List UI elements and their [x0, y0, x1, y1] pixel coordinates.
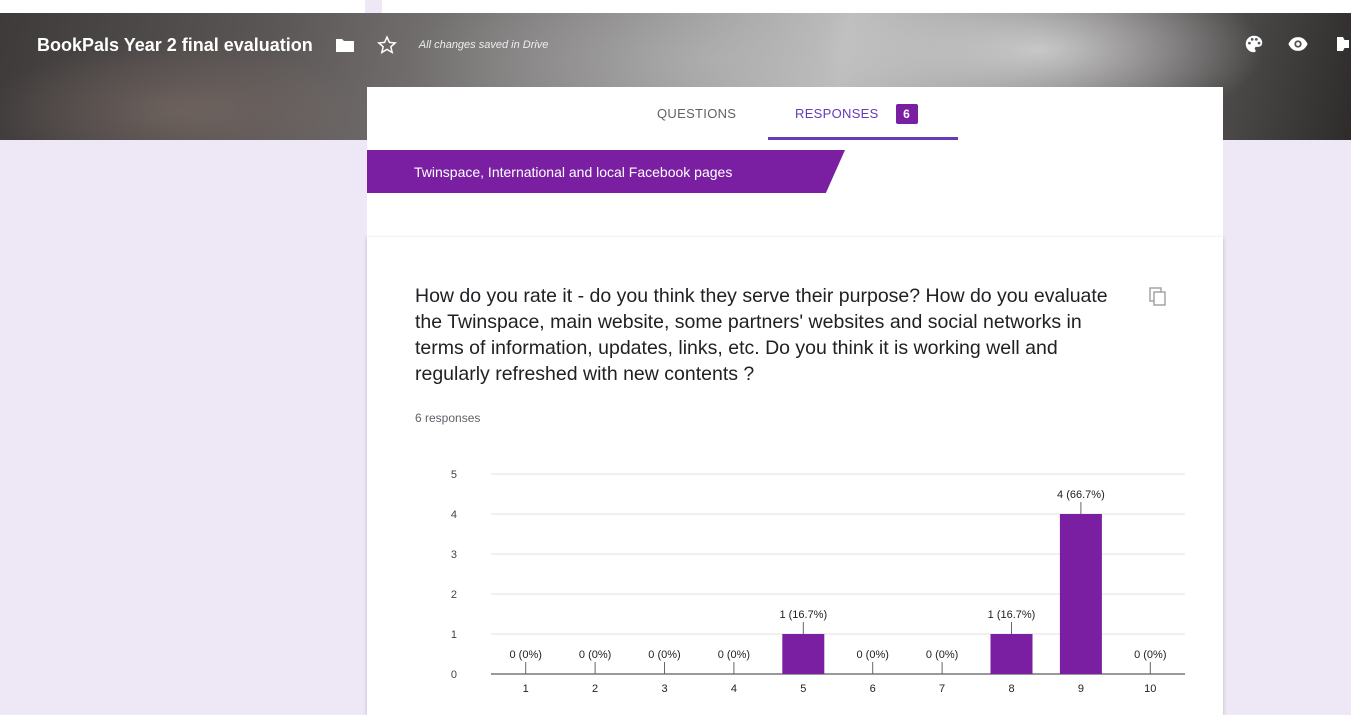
- section-title: Twinspace, International and local Faceb…: [367, 150, 845, 193]
- palette-icon[interactable]: [1243, 33, 1265, 55]
- data-label: 4 (66.7%): [1057, 489, 1105, 501]
- top-strip-segment: [0, 0, 365, 13]
- bar: [1059, 514, 1102, 674]
- y-tick-label: 2: [451, 589, 457, 601]
- title-bar: BookPals Year 2 final evaluation All cha…: [37, 30, 548, 60]
- header-actions: [1221, 33, 1351, 55]
- star-icon[interactable]: [376, 35, 397, 55]
- data-label: 0 (0%): [718, 649, 750, 661]
- eye-icon[interactable]: [1287, 33, 1309, 55]
- x-tick-label: 4: [731, 683, 737, 695]
- folder-icon[interactable]: [335, 37, 355, 53]
- y-tick-label: 4: [451, 509, 457, 521]
- data-label: 1 (16.7%): [779, 609, 827, 621]
- top-strip: [0, 0, 1351, 13]
- section-title-text: Twinspace, International and local Faceb…: [414, 163, 733, 180]
- response-bar-chart: 0 1 2 3 4 5 0 (0%) 1 0 (0%) 2 0 (0%) 3 0 (0%) 4 1 (16.…: [451, 469, 1185, 695]
- y-tick-label: 5: [451, 469, 457, 481]
- tab-bar: QUESTIONS RESPONSES 6: [367, 87, 1223, 140]
- data-label: 0 (0%): [579, 649, 611, 661]
- y-tick-label: 1: [451, 629, 457, 641]
- tab-questions-label: QUESTIONS: [657, 106, 737, 121]
- x-tick-label: 7: [939, 683, 945, 695]
- data-label: 0 (0%): [648, 649, 680, 661]
- x-tick-label: 8: [1008, 683, 1014, 695]
- data-label: 0 (0%): [926, 649, 958, 661]
- data-label: 1 (16.7%): [988, 609, 1036, 621]
- data-label: 0 (0%): [509, 649, 541, 661]
- tab-questions[interactable]: QUESTIONS: [657, 87, 736, 140]
- x-tick-label: 10: [1144, 683, 1156, 695]
- x-tick-label: 9: [1078, 683, 1084, 695]
- top-strip-segment: [382, 0, 1190, 13]
- y-tick-label: 3: [451, 549, 457, 561]
- x-tick-label: 6: [870, 683, 876, 695]
- data-label: 0 (0%): [1134, 649, 1166, 661]
- y-tick-label: 0: [451, 669, 457, 681]
- x-tick-label: 5: [800, 683, 806, 695]
- x-tick-label: 1: [523, 683, 529, 695]
- responses-count-badge: 6: [895, 103, 918, 124]
- settings-icon[interactable]: [1335, 33, 1351, 55]
- section-header-card: Twinspace, International and local Faceb…: [367, 140, 1223, 237]
- x-tick-label: 2: [592, 683, 598, 695]
- document-title[interactable]: BookPals Year 2 final evaluation: [37, 35, 313, 56]
- bar: [782, 634, 825, 674]
- bar: [990, 634, 1033, 674]
- data-label: 0 (0%): [856, 649, 888, 661]
- x-tick-label: 3: [661, 683, 667, 695]
- top-strip-segment: [1190, 0, 1351, 13]
- question-card: How do you rate it - do you think they s…: [367, 237, 1223, 715]
- save-status: All changes saved in Drive: [418, 39, 549, 51]
- tab-responses[interactable]: RESPONSES 6: [795, 87, 918, 140]
- tab-responses-label: RESPONSES: [795, 106, 879, 121]
